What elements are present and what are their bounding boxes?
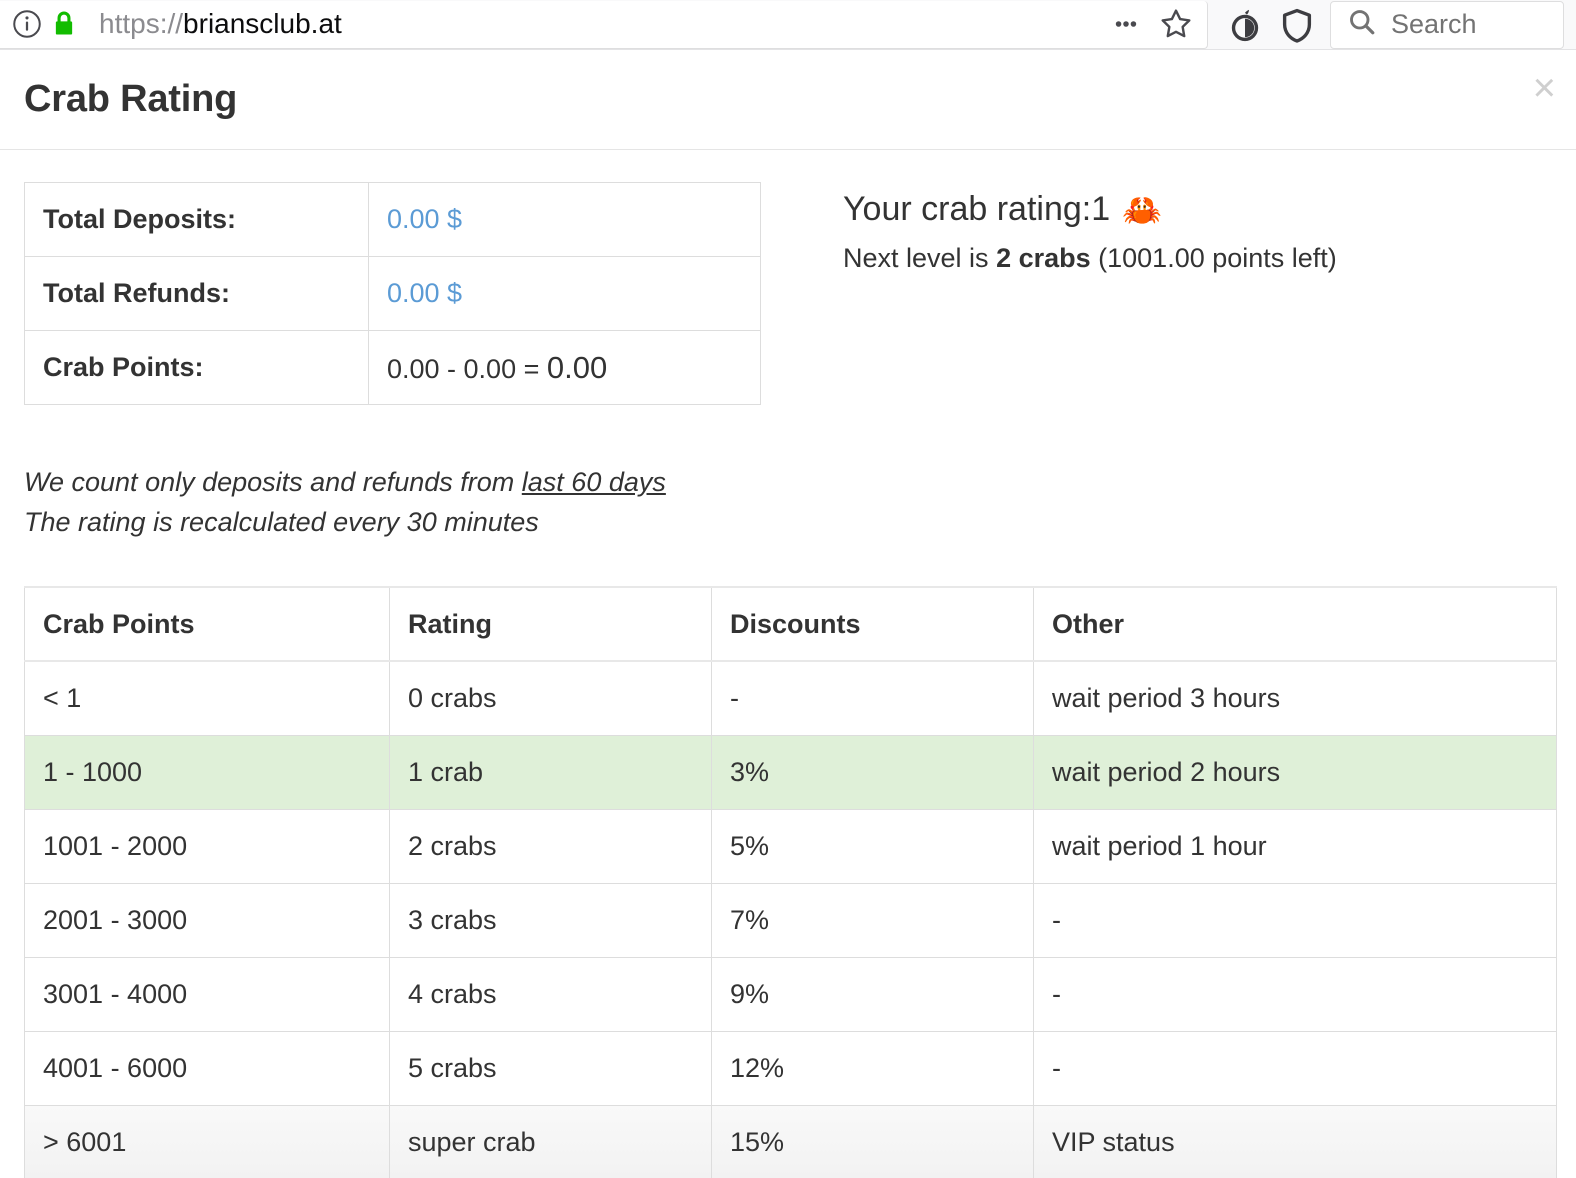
cell-points: > 6001 — [24, 1104, 390, 1178]
chrome-icon-group — [1208, 2, 1330, 48]
ratings-table: Crab Points Rating Discounts Other < 1 0… — [24, 586, 1557, 1178]
rating-panel: Your crab rating: 1 🦀 Next level is 2 cr… — [761, 182, 1556, 274]
table-row: 4001 - 6000 5 crabs 12% - — [24, 1030, 1557, 1106]
cell-points: 3001 - 4000 — [24, 956, 390, 1032]
search-input[interactable]: Search — [1330, 0, 1564, 49]
star-icon[interactable] — [1153, 1, 1199, 47]
cell-points: 2001 - 3000 — [24, 882, 390, 958]
table-row: 1001 - 2000 2 crabs 5% wait period 1 hou… — [24, 808, 1557, 884]
cell-discount: 9% — [711, 956, 1034, 1032]
cell-points: < 1 — [24, 660, 390, 736]
cell-discount: 7% — [711, 882, 1034, 958]
info-circle-icon[interactable] — [12, 9, 42, 39]
cell-other: wait period 1 hour — [1033, 808, 1557, 884]
total-deposits-value: 0.00 $ — [368, 182, 761, 257]
table-row: 2001 - 3000 3 crabs 7% - — [24, 882, 1557, 958]
summary-table: Total Deposits: 0.00 $ Total Refunds: 0.… — [24, 182, 761, 405]
crab-points-total: 0.00 — [546, 349, 608, 385]
total-refunds-link[interactable]: 0.00 $ — [387, 278, 462, 308]
col-header-rating: Rating — [389, 586, 712, 663]
page-actions-ellipsis-icon[interactable] — [1103, 1, 1149, 47]
table-header-row: Crab Points Rating Discounts Other — [24, 586, 1557, 663]
total-refunds-value: 0.00 $ — [368, 256, 761, 331]
notes-line-1: We count only deposits and refunds from … — [24, 463, 1556, 503]
cell-rating: 4 crabs — [389, 956, 712, 1032]
crab-icon: 🦀 — [1122, 191, 1162, 228]
modal-body: Total Deposits: 0.00 $ Total Refunds: 0.… — [0, 150, 1576, 1178]
last-60-days-link[interactable]: last 60 days — [522, 467, 666, 497]
cell-points: 1001 - 2000 — [24, 808, 390, 884]
shield-icon[interactable] — [1274, 2, 1320, 48]
page-title: Crab Rating — [24, 78, 238, 120]
cell-other: wait period 3 hours — [1033, 660, 1557, 736]
crab-points-expression: 0.00 - 0.00 = 0.00 — [387, 350, 607, 385]
table-row-current-level: 1 - 1000 1 crab 3% wait period 2 hours — [24, 734, 1557, 810]
onion-icon[interactable] — [1222, 2, 1268, 48]
total-deposits-link[interactable]: 0.00 $ — [387, 204, 462, 234]
col-header-discounts: Discounts — [711, 586, 1034, 663]
table-row: Crab Points: 0.00 - 0.00 = 0.00 — [24, 330, 761, 405]
cell-other: - — [1033, 956, 1557, 1032]
crab-points-value: 0.00 - 0.00 = 0.00 — [368, 330, 761, 405]
close-icon[interactable]: × — [1533, 68, 1556, 108]
cell-rating: 2 crabs — [389, 808, 712, 884]
notes-line-1-prefix: We count only deposits and refunds from — [24, 467, 522, 497]
search-placeholder: Search — [1391, 9, 1477, 39]
cell-other: VIP status — [1033, 1104, 1557, 1178]
urlbar-actions — [1103, 1, 1207, 47]
ratings-table-body: < 1 0 crabs - wait period 3 hours 1 - 10… — [24, 660, 1557, 1178]
notes-block: We count only deposits and refunds from … — [24, 463, 1556, 542]
total-deposits-label: Total Deposits: — [24, 182, 369, 257]
crab-points-label: Crab Points: — [24, 330, 369, 405]
cell-discount: 5% — [711, 808, 1034, 884]
cell-rating: 5 crabs — [389, 1030, 712, 1106]
cell-other: - — [1033, 882, 1557, 958]
cell-discount: 15% — [711, 1104, 1034, 1178]
col-header-crab-points: Crab Points — [24, 586, 390, 663]
url-scheme: https:// — [99, 8, 184, 39]
crab-rating-heading: Your crab rating: 1 🦀 — [843, 190, 1556, 229]
next-level-text: Next level is 2 crabs (1001.00 points le… — [843, 243, 1556, 274]
cell-other: - — [1033, 1030, 1557, 1106]
next-level-suffix: (1001.00 points left) — [1090, 243, 1337, 273]
cell-discount: 12% — [711, 1030, 1034, 1106]
cell-other: wait period 2 hours — [1033, 734, 1557, 810]
table-row: Total Deposits: 0.00 $ — [24, 182, 761, 257]
table-row: > 6001 super crab 15% VIP status — [24, 1104, 1557, 1178]
notes-line-2: The rating is recalculated every 30 minu… — [24, 506, 539, 537]
magnifier-icon — [1347, 7, 1377, 42]
table-row: 3001 - 4000 4 crabs 9% - — [24, 956, 1557, 1032]
cell-rating: 0 crabs — [389, 660, 712, 736]
crab-points-expr-prefix: 0.00 - 0.00 = — [387, 353, 547, 384]
table-row: Total Refunds: 0.00 $ — [24, 256, 761, 331]
cell-rating: 1 crab — [389, 734, 712, 810]
browser-toolbar: https://briansclub.at Search — [0, 0, 1576, 50]
next-level-value: 2 crabs — [996, 243, 1091, 273]
modal-header: Crab Rating × — [0, 50, 1576, 150]
cell-discount: 3% — [711, 734, 1034, 810]
crab-rating-value: 1 — [1091, 190, 1111, 228]
url-text[interactable]: https://briansclub.at — [99, 8, 1103, 40]
next-level-prefix: Next level is — [843, 243, 997, 273]
cell-rating: super crab — [389, 1104, 712, 1178]
cell-rating: 3 crabs — [389, 882, 712, 958]
table-row: < 1 0 crabs - wait period 3 hours — [24, 660, 1557, 736]
url-host: briansclub.at — [183, 8, 342, 39]
col-header-other: Other — [1033, 586, 1557, 663]
cell-points: 4001 - 6000 — [24, 1030, 390, 1106]
padlock-icon[interactable] — [51, 9, 77, 39]
cell-points: 1 - 1000 — [24, 734, 390, 810]
total-refunds-label: Total Refunds: — [24, 256, 369, 331]
summary-and-rating-row: Total Deposits: 0.00 $ Total Refunds: 0.… — [24, 182, 1556, 405]
crab-rating-heading-prefix: Your crab rating: — [843, 190, 1092, 228]
url-bar[interactable]: https://briansclub.at — [0, 0, 1208, 49]
cell-discount: - — [711, 660, 1034, 736]
